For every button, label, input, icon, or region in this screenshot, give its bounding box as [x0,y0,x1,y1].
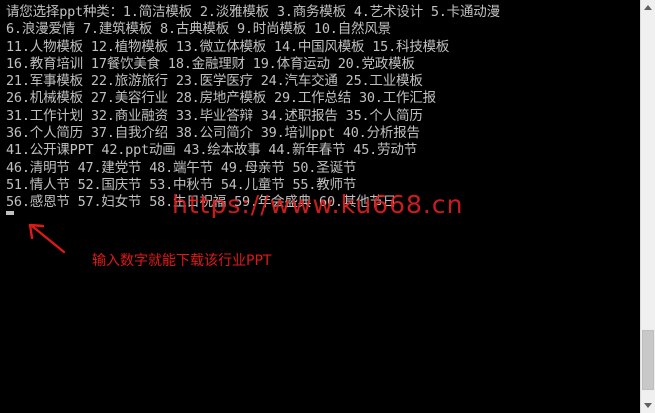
console-line: 6.浪漫爱情 7.建筑模板 8.古典模板 9.时尚模板 10.自然风景 [6,21,391,38]
console-line: 请您选择ppt种类：1.简洁模板 2.淡雅模板 3.商务模板 4.艺术设计 5.… [6,4,500,20]
console-window[interactable]: 请您选择ppt种类：1.简洁模板 2.淡雅模板 3.商务模板 4.艺术设计 5.… [0,0,640,413]
annotation-label: 输入数字就能下载该行业PPT [92,253,272,269]
console-line: 26.机械模板 27.美容行业 28.房地产模板 29.工作总结 30.工作汇报 [6,90,436,107]
scroll-down-arrow-icon [644,403,652,408]
red-arrow-icon [28,223,66,254]
console-line: 36.个人简历 37.自我介绍 38.公司简介 39.培训ppt 40.分析报告 [6,125,420,142]
scroll-thumb[interactable] [642,330,654,390]
console-line: 21.军事模板 22.旅游旅行 23.医学医疗 24.汽车交通 25.工业模板 [6,73,423,90]
watermark: https://www.ku668.cn [172,190,464,219]
console-output: 请您选择ppt种类：1.简洁模板 2.淡雅模板 3.商务模板 4.艺术设计 5.… [6,4,636,212]
text-cursor[interactable] [6,211,14,215]
vertical-scrollbar[interactable] [640,0,655,413]
console-line: 46.清明节 47.建党节 48.端午节 49.母亲节 50.圣诞节 [6,159,357,176]
console-line: 16.教育培训 17餐饮美食 18.金融理财 19.体育运动 20.党政模板 [6,55,415,72]
scroll-down-button[interactable] [641,398,655,413]
console-line: 41.公开课PPT 42.ppt动画 43.绘本故事 44.新年春节 45.劳动… [6,142,417,159]
scroll-up-arrow-icon [644,5,652,10]
console-line: 11.人物模板 12.植物模板 13.微立体模板 14.中国风模板 15.科技模… [6,38,450,55]
console-line: 31.工作计划 32.商业融资 33.毕业答辩 34.述职报告 35.个人简历 [6,107,423,124]
scroll-up-button[interactable] [641,0,655,15]
